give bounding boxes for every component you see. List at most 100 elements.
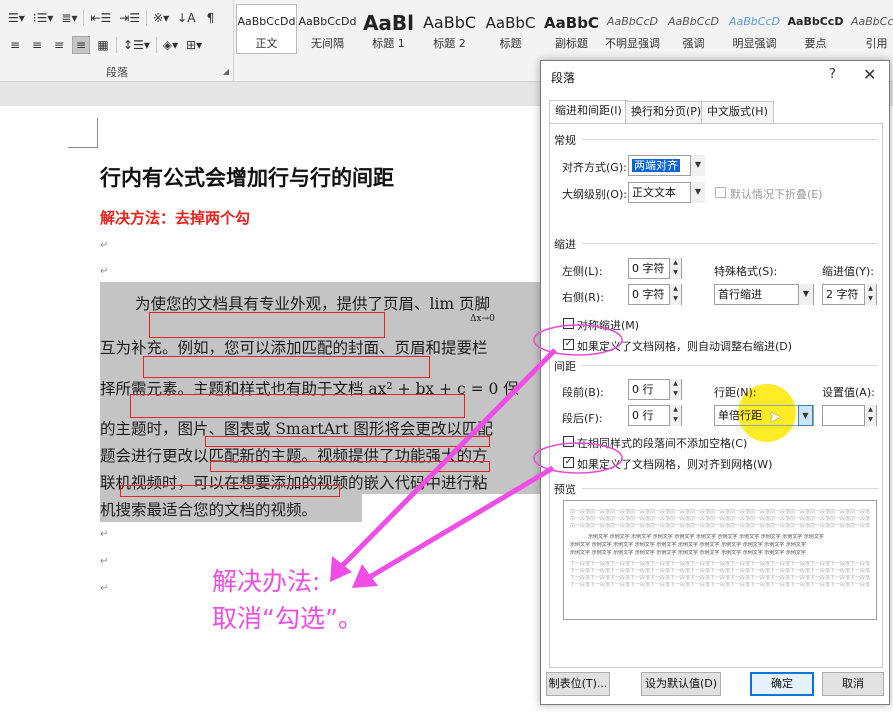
style-name: 引用 (865, 37, 888, 50)
style-name: 不明显强调 (605, 37, 660, 50)
mirror-indent-checkbox[interactable] (563, 318, 574, 329)
space-after-spinner[interactable]: ▲ ▼ (669, 405, 681, 426)
chevron-down-icon[interactable]: ▼ (798, 405, 813, 426)
body-line: 为使您的文档具有专业外观，提供了页眉、lim 页脚 (135, 295, 491, 313)
style-sample: AaBbC (485, 14, 536, 32)
preview-previous: 前一段落前一段落前一段落前一段落前一段落前一段落前一段落前一段落前一段落前一段落… (570, 516, 870, 522)
style-tile[interactable]: AaBbC 标题 2 (419, 4, 480, 54)
gap-marker (120, 485, 340, 497)
indent-left-spinner[interactable]: ▲ ▼ (669, 258, 681, 279)
section-divider (582, 488, 878, 489)
style-tile[interactable]: AaBbC 副标题 (541, 4, 602, 54)
indent-by-spinner[interactable]: ▲ ▼ (864, 284, 876, 305)
style-tile[interactable]: AaBl 标题 1 (358, 4, 419, 54)
body-line: 机搜索最适合您的文档的视频。 (100, 501, 318, 519)
distributed-icon[interactable]: ▦ (94, 36, 112, 54)
auto-adjust-indent-checkbox[interactable]: ✓ (563, 339, 574, 350)
space-before-spinner[interactable]: ▲ ▼ (669, 379, 681, 400)
gap-marker (143, 356, 430, 378)
paragraph-mark: ↵ (100, 240, 109, 251)
at-spinner[interactable]: ▲ ▼ (864, 405, 876, 426)
style-tile[interactable]: AaBbCcD 明显强调 (724, 4, 785, 54)
align-center-icon[interactable]: ≡ (28, 36, 46, 54)
style-tile[interactable]: AaBbC 标题 (480, 4, 541, 54)
no-space-same-style-label: 在相同样式的段落间不添加空格(C) (577, 437, 748, 450)
indent-right-label: 右侧(R): (562, 291, 604, 304)
section-divider (582, 139, 878, 140)
body-line: 互为补充。例如，您可以添加匹配的封面、页眉和提要栏 (100, 339, 488, 357)
section-divider (582, 365, 878, 366)
style-tile[interactable]: AaBbCcDd 正文 (236, 4, 297, 54)
tab-asian-typography[interactable]: 中文版式(H) (701, 101, 774, 123)
increase-indent-icon[interactable]: ⇥☰ (117, 9, 142, 27)
snap-to-grid-label: 如果定义了文档网格，则对齐到网格(W) (577, 458, 773, 471)
section-spacing: 间距 (554, 360, 576, 373)
margin-corner-mark (68, 118, 98, 148)
chevron-down-icon[interactable]: ▼ (798, 284, 813, 305)
indent-right-spinner[interactable]: ▲ ▼ (669, 284, 681, 305)
close-icon[interactable]: ✕ (863, 65, 876, 84)
decrease-indent-icon[interactable]: ⇤☰ (88, 9, 113, 27)
tab-indents-spacing[interactable]: 缩进和间距(I) (549, 100, 628, 124)
annotation-line-1: 解决办法: (212, 567, 321, 596)
formula-subscript: Δx→0 (470, 314, 495, 324)
show-marks-icon[interactable]: ¶ (201, 9, 219, 27)
style-name: 标题 1 (372, 37, 405, 50)
gap-marker (205, 436, 490, 447)
paragraph-group: ☰▾ ⁝☰▾ ≣▾ ⇤☰ ⇥☰ ※▾ ↓A ¶ ≡ ≡ ≡ ≡ ▦ ↕☰▾ ◈▾… (0, 0, 234, 82)
style-tile[interactable]: AaBbCcD 引用 (846, 4, 893, 54)
style-sample: AaBbCcDd (298, 15, 357, 28)
styles-gallery: AaBbCcDd 正文 AaBbCcDd 无间隔 AaBl 标题 1 AaBbC 标题 2 Aa… (236, 4, 893, 54)
style-name: 明显强调 (732, 37, 777, 50)
style-tile[interactable]: AaBbCcDd 无间隔 (297, 4, 358, 54)
style-name: 标题 2 (433, 37, 466, 50)
paragraph-mark: ↵ (100, 583, 109, 594)
ok-button[interactable]: 确定 (750, 672, 814, 696)
chinese-layout-icon[interactable]: ※▾ (151, 9, 171, 27)
line-spacing-icon[interactable]: ↕☰▾ (121, 36, 152, 54)
chevron-down-icon[interactable]: ▼ (690, 155, 705, 176)
auto-adjust-indent-label: 如果定义了文档网格，则自动调整右缩进(D) (577, 340, 793, 353)
section-indent: 缩进 (554, 238, 576, 251)
tab-line-page-breaks[interactable]: 换行和分页(P) (625, 101, 708, 123)
align-right-icon[interactable]: ≡ (50, 36, 68, 54)
snap-to-grid-checkbox[interactable]: ✓ (563, 457, 574, 468)
style-tile[interactable]: AaBbCcD 不明显强调 (602, 4, 663, 54)
set-default-button[interactable]: 设为默认值(D) (641, 672, 721, 696)
style-sample: AaBbC (422, 13, 477, 32)
style-sample: AaBbCcDd (237, 15, 296, 28)
annotation-line-2: 取消“勾选”。 (212, 604, 363, 633)
justify-icon[interactable]: ≡ (72, 36, 90, 54)
shading-icon[interactable]: ◈▾ (161, 36, 180, 54)
cancel-button[interactable]: 取消 (822, 672, 884, 696)
dialog-title: 段落 (551, 71, 576, 85)
paragraph-mark: ↵ (100, 556, 109, 567)
multilevel-list-icon[interactable]: ≣▾ (59, 9, 79, 27)
sort-icon[interactable]: ↓A (175, 9, 197, 27)
help-button[interactable]: ? (829, 67, 836, 82)
numbering-icon[interactable]: ⁝☰▾ (31, 9, 56, 27)
document-title: 行内有公式会增加行与行的间距 (100, 166, 394, 190)
style-tile[interactable]: AaBbCcD 强调 (663, 4, 724, 54)
align-left-icon[interactable]: ≡ (6, 36, 24, 54)
chevron-down-icon[interactable]: ▼ (690, 182, 705, 203)
style-sample: AaBbCcD (729, 15, 780, 28)
space-after-label: 段后(F): (562, 412, 603, 425)
borders-icon[interactable]: ⊞▾ (184, 36, 204, 54)
section-general: 常规 (554, 134, 576, 147)
style-name: 强调 (682, 37, 705, 50)
collapse-checkbox[interactable] (715, 187, 726, 198)
dialog-launcher-icon[interactable]: ◢ (223, 67, 229, 76)
paragraph-mark: ↵ (100, 266, 109, 277)
gap-marker (210, 461, 490, 472)
preview-sample: 示例文字 示例文字 示例文字 示例文字 示例文字 示例文字 示例文字 示例文字 … (570, 542, 806, 548)
paragraph-preview: 前一段落前一段落前一段落前一段落前一段落前一段落前一段落前一段落前一段落前一段落… (563, 500, 877, 620)
no-space-same-style-checkbox[interactable] (563, 436, 574, 447)
section-divider (582, 243, 878, 244)
style-name: 副标题 (555, 37, 588, 50)
mirror-indent-label: 对称缩进(M) (577, 319, 640, 332)
tabs-button[interactable]: 制表位(T)... (546, 672, 610, 696)
style-tile[interactable]: AaBbCcD 要点 (785, 4, 846, 54)
style-sample: AaBbC (544, 14, 599, 32)
bullets-icon[interactable]: ☰▾ (6, 9, 27, 27)
